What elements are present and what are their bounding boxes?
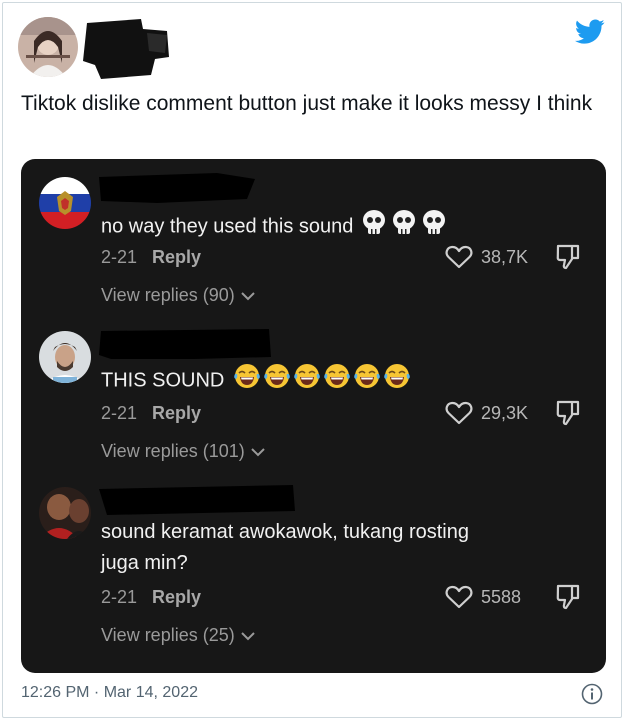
comment-text: THIS SOUND (101, 369, 225, 392)
heart-icon (445, 245, 473, 269)
view-replies-label: View replies (101) (101, 441, 245, 461)
comment-meta: 2-21 Reply (101, 587, 201, 608)
heart-icon (445, 585, 473, 609)
chevron-down-icon (251, 447, 265, 456)
view-replies-label: View replies (90) (101, 285, 235, 305)
skull-emoji (361, 209, 449, 245)
like-count: 38,7K (481, 246, 529, 267)
view-replies-link[interactable]: View replies (101) (101, 441, 265, 462)
like-count: 5588 (481, 586, 522, 607)
author-name-redaction (81, 17, 169, 79)
tweet-timestamp[interactable]: 12:26 PM · Mar 14, 2022 (21, 684, 198, 702)
like-button[interactable]: 5588 (445, 585, 521, 609)
chevron-down-icon (241, 631, 255, 640)
commenter-avatar[interactable] (39, 331, 91, 383)
reply-button[interactable]: Reply (152, 587, 201, 607)
comment-meta: 2-21 Reply (101, 247, 201, 268)
chevron-down-icon (241, 291, 255, 300)
tweet-card: Tiktok dislike comment button just make … (2, 2, 622, 718)
comment-text-row: THIS SOUND (101, 363, 531, 399)
comment-text: sound keramat awokawok, tukang rosting j… (101, 521, 469, 574)
comment-text-row: no way they used this sound (101, 209, 501, 245)
heart-icon (445, 401, 473, 425)
comment-text: no way they used this sound (101, 215, 354, 238)
view-replies-link[interactable]: View replies (25) (101, 625, 255, 646)
view-replies-link[interactable]: View replies (90) (101, 285, 255, 306)
comment-date: 2-21 (101, 403, 138, 423)
tweet-author-avatar[interactable] (18, 17, 78, 77)
laughing-emoji (232, 363, 418, 399)
reply-button[interactable]: Reply (152, 403, 201, 423)
commenter-name-redaction (99, 173, 255, 203)
reply-button[interactable]: Reply (152, 247, 201, 267)
commenter-avatar[interactable] (39, 177, 91, 229)
dislike-icon[interactable] (555, 583, 581, 611)
comment-meta: 2-21 Reply (101, 403, 201, 424)
like-button[interactable]: 29,3K (445, 401, 528, 425)
comment-date: 2-21 (101, 247, 138, 267)
tweet-text: Tiktok dislike comment button just make … (21, 92, 593, 115)
twitter-bird-icon[interactable] (575, 19, 605, 45)
view-replies-label: View replies (25) (101, 625, 235, 645)
commenter-avatar[interactable] (39, 487, 91, 539)
info-icon[interactable] (581, 683, 603, 705)
like-button[interactable]: 38,7K (445, 245, 528, 269)
dislike-icon[interactable] (555, 399, 581, 427)
dislike-icon[interactable] (555, 243, 581, 271)
tiktok-screenshot: no way they used this sound 2-21 Reply 3… (21, 159, 606, 673)
comment-date: 2-21 (101, 587, 138, 607)
commenter-name-redaction (99, 329, 271, 359)
like-count: 29,3K (481, 402, 529, 423)
commenter-name-redaction (99, 485, 295, 515)
